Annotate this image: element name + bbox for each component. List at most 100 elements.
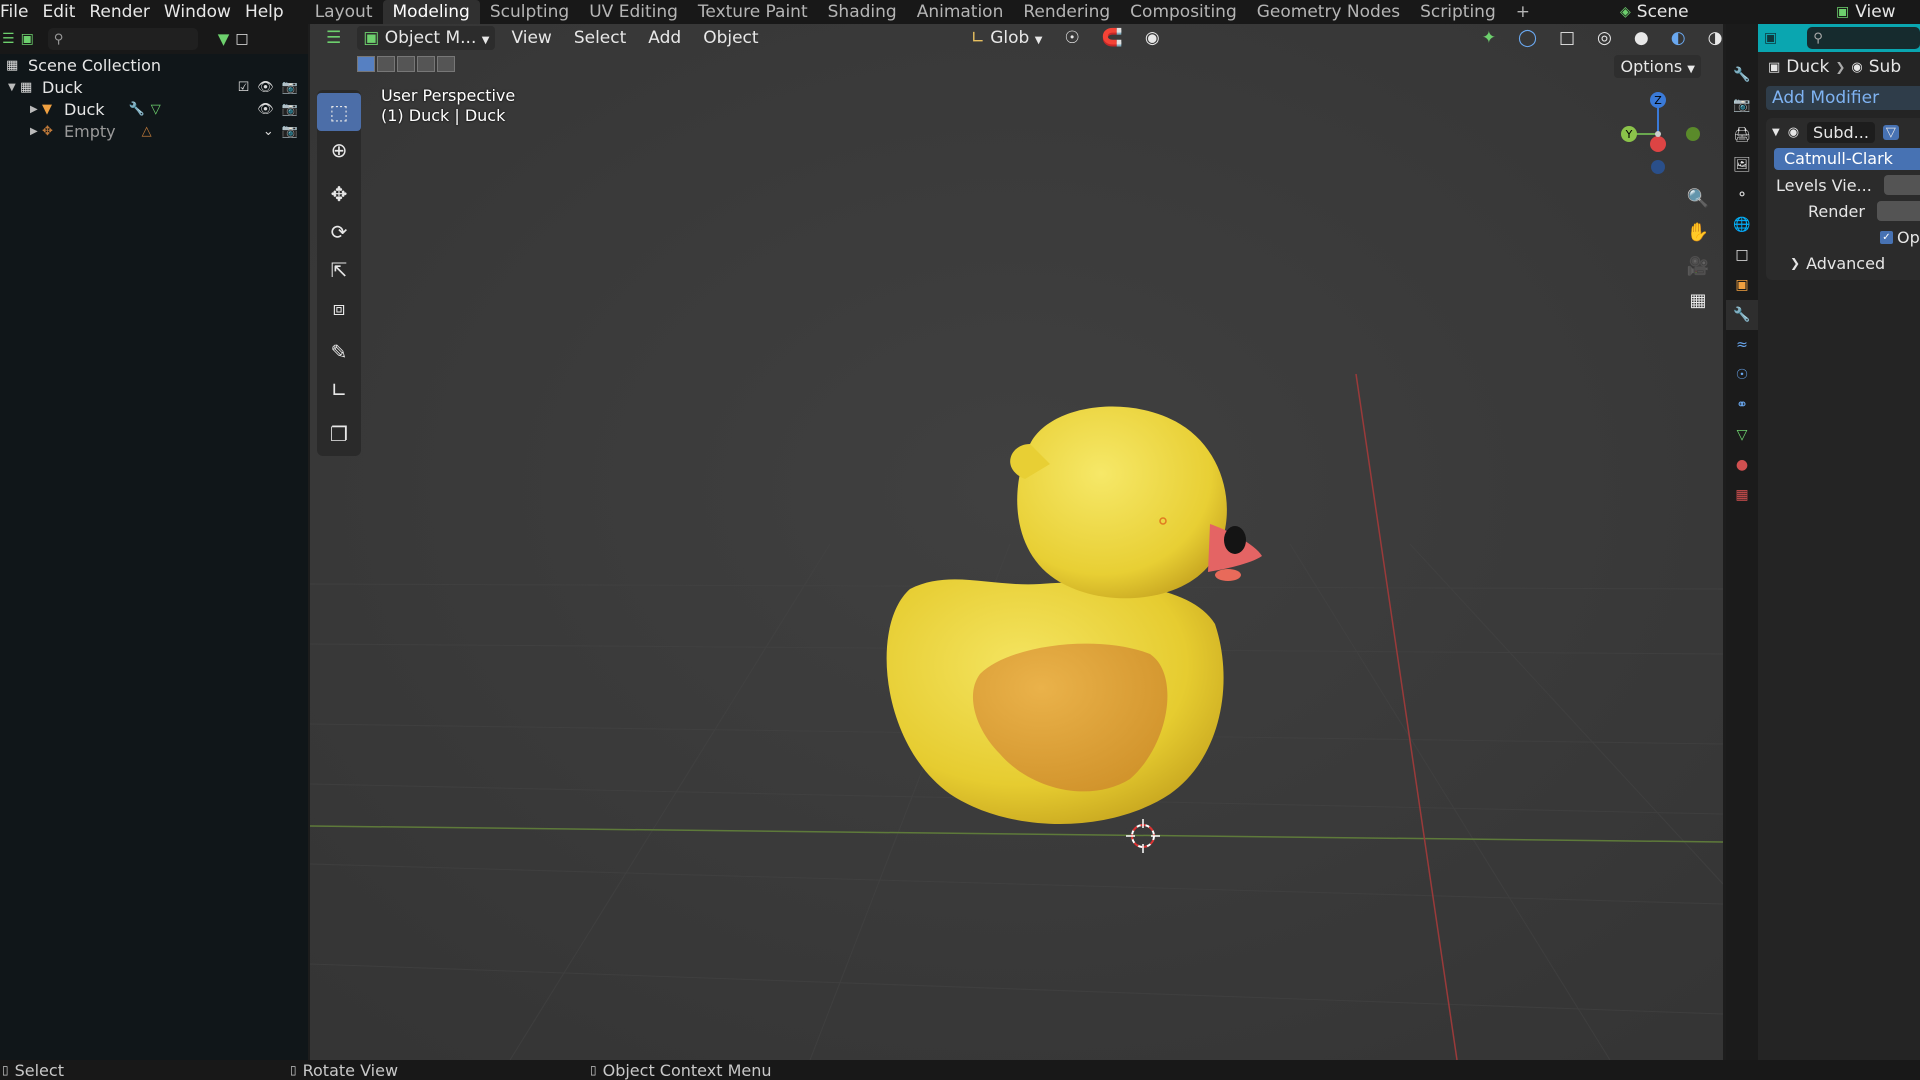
perspective-toggle-button[interactable]: ▦ xyxy=(1684,286,1712,314)
tab-texture-paint[interactable]: Texture Paint xyxy=(688,0,818,24)
select-mode-intersect[interactable] xyxy=(437,56,455,72)
select-mode-new[interactable] xyxy=(357,56,375,72)
xray-toggle-icon[interactable]: □ xyxy=(1553,26,1581,50)
tab-tool-icon[interactable]: 🔧 xyxy=(1726,60,1758,90)
move-tool[interactable]: ✥ xyxy=(317,175,361,213)
editor-type-icon[interactable]: ☰ xyxy=(2,31,15,47)
eye-icon[interactable]: 👁 xyxy=(257,80,274,95)
view-layer-selector[interactable]: ▣ View xyxy=(1836,0,1920,24)
tab-uv-editing[interactable]: UV Editing xyxy=(579,0,688,24)
select-mode-subtract[interactable] xyxy=(397,56,415,72)
tab-scene-icon[interactable]: ⚬ xyxy=(1726,180,1758,210)
editor-type-icon[interactable]: ☰ xyxy=(320,26,347,50)
render-levels-field[interactable] xyxy=(1876,201,1920,221)
tab-layout[interactable]: Layout xyxy=(305,0,383,24)
viewport-menu-add[interactable]: Add xyxy=(642,26,687,50)
snap-icon[interactable]: 🧲 xyxy=(1096,26,1129,50)
transform-tool[interactable]: ⧈ xyxy=(317,289,361,327)
eye-icon[interactable]: 👁 xyxy=(257,102,274,117)
scale-tool[interactable]: ⇱ xyxy=(317,251,361,289)
modifier-name-field[interactable]: Subd... xyxy=(1807,121,1875,143)
filter-icon[interactable]: ▼ xyxy=(218,30,230,48)
select-mode-extend[interactable] xyxy=(377,56,395,72)
new-collection-icon[interactable]: □ xyxy=(235,31,248,47)
camera-icon[interactable]: 📷 xyxy=(282,80,298,95)
shading-material-icon[interactable]: ◐ xyxy=(1665,26,1692,50)
tab-render-icon[interactable]: 📷 xyxy=(1726,90,1758,120)
scene-collection-row[interactable]: ▦ Scene Collection xyxy=(0,54,308,76)
rotate-tool[interactable]: ⟳ xyxy=(317,213,361,251)
menu-edit[interactable]: Edit xyxy=(35,0,82,24)
tab-modeling[interactable]: Modeling xyxy=(382,0,480,24)
tab-sculpting[interactable]: Sculpting xyxy=(480,0,579,24)
pivot-point-icon[interactable]: ☉ xyxy=(1058,26,1085,50)
editor-type-icon[interactable]: ▣ xyxy=(1764,30,1777,46)
camera-view-button[interactable]: 🎥 xyxy=(1684,252,1712,280)
collapse-chevron-icon[interactable]: ▼ xyxy=(1772,127,1780,138)
viewport-menu-view[interactable]: View xyxy=(505,26,557,50)
display-mode-icon[interactable]: ▣ xyxy=(21,31,34,47)
proportional-edit-icon[interactable]: ◉ xyxy=(1139,26,1166,50)
transform-orientation-dropdown[interactable]: ∟ Glob ▼ xyxy=(965,26,1049,50)
advanced-subpanel[interactable]: ❯ Advanced xyxy=(1766,252,1920,274)
add-cube-tool[interactable]: ❐ xyxy=(317,415,361,453)
gizmo-toggle-icon[interactable]: ✦ xyxy=(1476,26,1502,50)
tab-material-icon[interactable]: ● xyxy=(1726,450,1758,480)
expand-arrow-icon[interactable]: ▶ xyxy=(30,104,42,115)
tab-texture-icon[interactable]: ▦ xyxy=(1726,480,1758,510)
viewport-menu-object[interactable]: Object xyxy=(697,26,764,50)
camera-icon[interactable]: 📷 xyxy=(282,124,298,139)
select-box-tool[interactable]: ⬚ xyxy=(317,93,361,131)
shading-wireframe-icon[interactable]: ◎ xyxy=(1591,26,1618,50)
outliner-item-duck-mesh[interactable]: ▶ ▼ Duck 🔧 ▽ 👁 📷 xyxy=(0,98,308,120)
pan-button[interactable]: ✋ xyxy=(1684,218,1712,246)
tab-data-icon[interactable]: ▽ xyxy=(1726,420,1758,450)
annotate-tool[interactable]: ✎ xyxy=(317,333,361,371)
properties-search-input[interactable]: ⚲ xyxy=(1807,27,1920,49)
add-workspace-button[interactable]: + xyxy=(1506,0,1540,24)
edit-mode-toggle-icon[interactable]: ▽ xyxy=(1882,124,1899,140)
overlay-toggle-icon[interactable]: ◯ xyxy=(1512,26,1543,50)
viewport-menu-select[interactable]: Select xyxy=(568,26,632,50)
outliner-item-empty[interactable]: ▶ ✥ Empty △ ⌄ 📷 xyxy=(0,120,308,142)
gizmo-neg-y-axis[interactable] xyxy=(1686,127,1700,141)
tab-output-icon[interactable]: 🖨 xyxy=(1726,120,1758,150)
outliner-item-duck-collection[interactable]: ▼ ▦ Duck ☑ 👁 📷 xyxy=(0,76,308,98)
tab-physics-icon[interactable]: ☉ xyxy=(1726,360,1758,390)
options-dropdown[interactable]: Options ▼ xyxy=(1614,55,1701,78)
outliner-search-input[interactable]: ⚲ xyxy=(47,28,198,50)
tab-world-icon[interactable]: 🌐 xyxy=(1726,210,1758,240)
tab-shading[interactable]: Shading xyxy=(818,0,907,24)
checkbox-icon[interactable]: ☑ xyxy=(238,80,250,95)
menu-window[interactable]: Window xyxy=(157,0,238,24)
tab-particles-icon[interactable]: ≈ xyxy=(1726,330,1758,360)
menu-help[interactable]: Help xyxy=(238,0,291,24)
3d-viewport[interactable]: Z Y ☰ ▣ Object M... ▼ View Select Add Ob… xyxy=(310,24,1723,1060)
add-modifier-button[interactable]: Add Modifier xyxy=(1766,86,1920,110)
expand-arrow-icon[interactable]: ▶ xyxy=(30,126,42,137)
menu-render[interactable]: Render xyxy=(82,0,157,24)
camera-icon[interactable]: 📷 xyxy=(282,102,298,117)
levels-viewport-field[interactable] xyxy=(1883,175,1920,195)
catmull-clark-button[interactable]: Catmull-Clark xyxy=(1774,148,1920,170)
shading-solid-icon[interactable]: ● xyxy=(1628,26,1655,50)
shading-rendered-icon[interactable]: ◑ xyxy=(1702,26,1723,50)
tab-object-icon[interactable]: ▣ xyxy=(1726,270,1758,300)
tab-rendering[interactable]: Rendering xyxy=(1013,0,1120,24)
tab-compositing[interactable]: Compositing xyxy=(1120,0,1247,24)
gizmo-x-axis[interactable] xyxy=(1650,136,1666,152)
zoom-button[interactable]: 🔍 xyxy=(1684,184,1712,212)
select-mode-invert[interactable] xyxy=(417,56,435,72)
tab-geometry-nodes[interactable]: Geometry Nodes xyxy=(1247,0,1410,24)
tab-scripting[interactable]: Scripting xyxy=(1410,0,1506,24)
menu-file[interactable]: File xyxy=(0,0,35,24)
expand-arrow-icon[interactable]: ▼ xyxy=(8,82,20,93)
tab-view-layer-icon[interactable]: 🖼 xyxy=(1726,150,1758,180)
eye-closed-icon[interactable]: ⌄ xyxy=(263,124,274,139)
scene-selector[interactable]: ◈ Scene xyxy=(1620,0,1800,24)
tab-animation[interactable]: Animation xyxy=(907,0,1014,24)
measure-tool[interactable]: ∟ xyxy=(317,371,361,409)
tab-constraints-icon[interactable]: ⚭ xyxy=(1726,390,1758,420)
interaction-mode-dropdown[interactable]: ▣ Object M... ▼ xyxy=(357,26,496,50)
cursor-tool[interactable]: ⊕ xyxy=(317,131,361,169)
